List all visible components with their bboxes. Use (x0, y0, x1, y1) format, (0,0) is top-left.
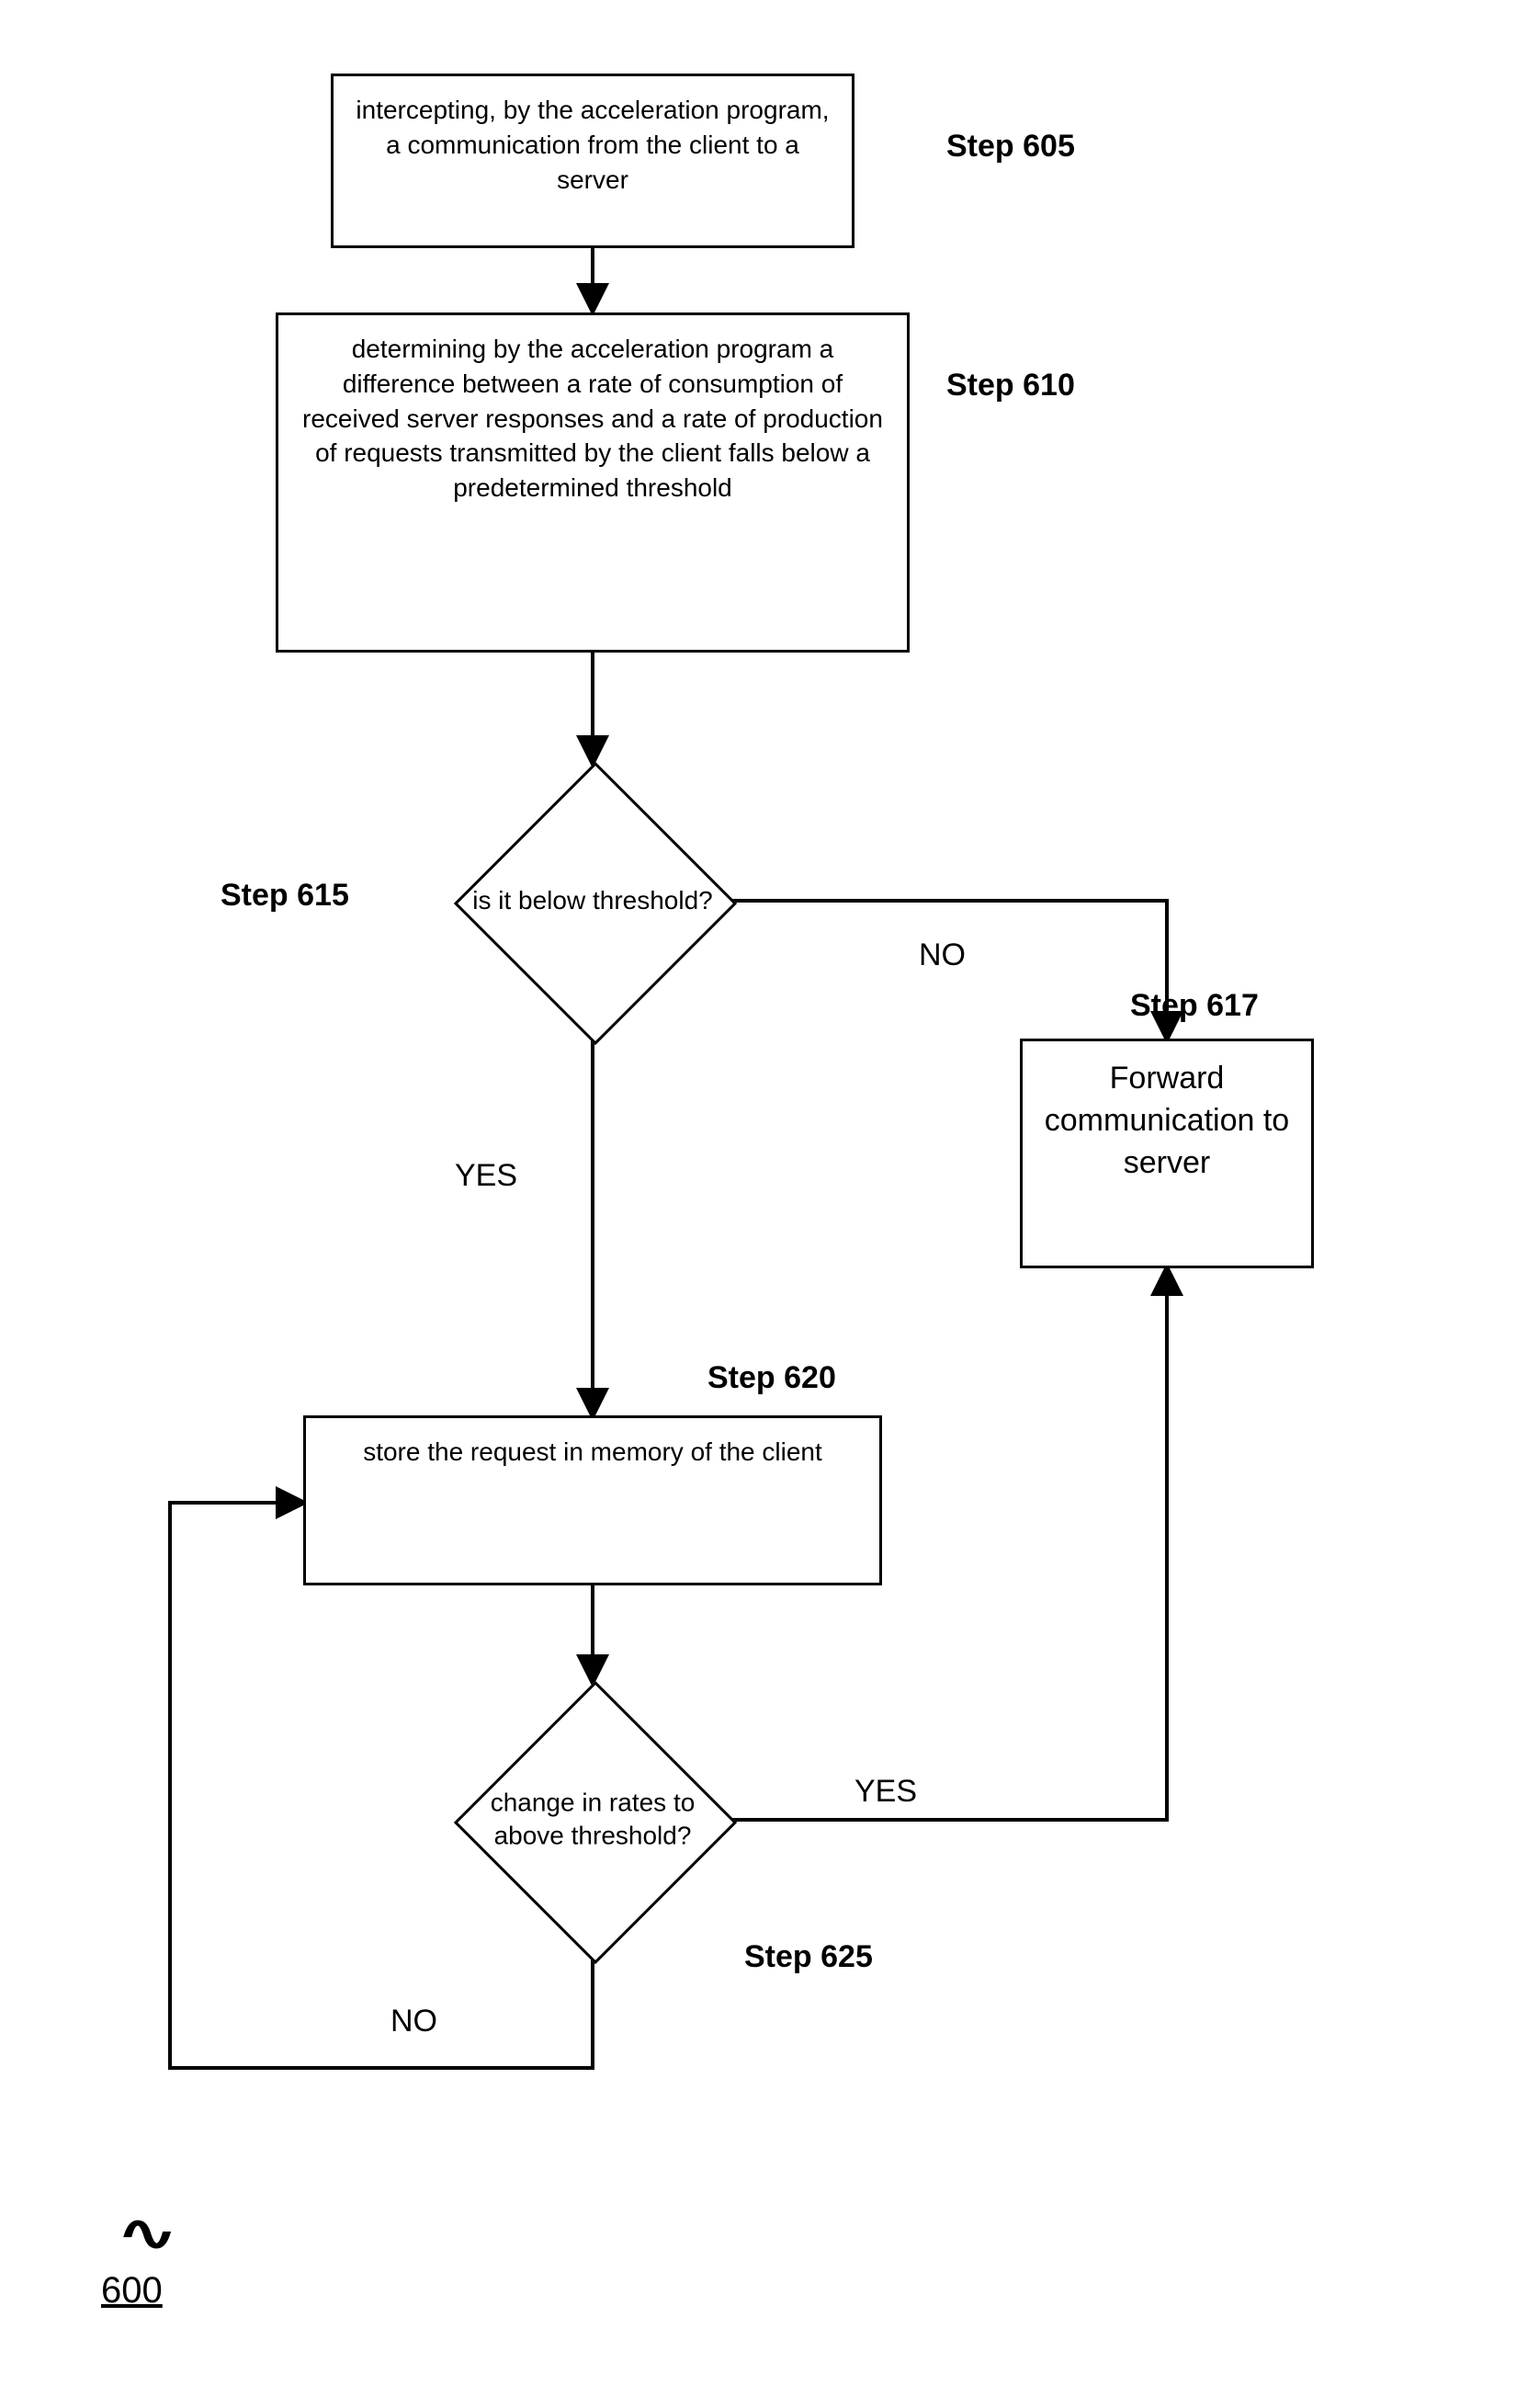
edge-yes-2: YES (854, 1774, 917, 1810)
step-625-decision: change in rates to above threshold? (455, 1682, 730, 1958)
edge-no-1: NO (919, 937, 966, 973)
step-617-label: Step 617 (1130, 988, 1259, 1024)
step-625-text: change in rates to above threshold? (464, 1787, 721, 1854)
step-605-box: intercepting, by the acceleration progra… (331, 74, 854, 248)
step-620-label: Step 620 (707, 1360, 836, 1396)
step-605-label: Step 605 (946, 129, 1075, 165)
step-610-label: Step 610 (946, 368, 1075, 403)
step-620-text: store the request in memory of the clien… (363, 1437, 822, 1466)
step-625-label: Step 625 (744, 1939, 873, 1975)
step-610-text: determining by the acceleration program … (302, 335, 883, 502)
step-620-box: store the request in memory of the clien… (303, 1415, 882, 1585)
step-617-box: Forward communication to server (1020, 1039, 1314, 1268)
flowchart-canvas: intercepting, by the acceleration progra… (0, 0, 1539, 2408)
step-617-text: Forward communication to server (1045, 1061, 1289, 1180)
edge-no-2: NO (390, 2004, 437, 2039)
step-615-decision: is it below threshold? (455, 763, 730, 1039)
figure-ref-number: 600 (101, 2270, 163, 2311)
edge-yes-1: YES (455, 1158, 517, 1194)
figure-ref-mark: ∿ (117, 2205, 176, 2263)
step-605-text: intercepting, by the acceleration progra… (356, 96, 829, 194)
step-615-label: Step 615 (221, 878, 349, 914)
step-615-text: is it below threshold? (464, 884, 721, 917)
step-610-box: determining by the acceleration program … (276, 312, 910, 653)
